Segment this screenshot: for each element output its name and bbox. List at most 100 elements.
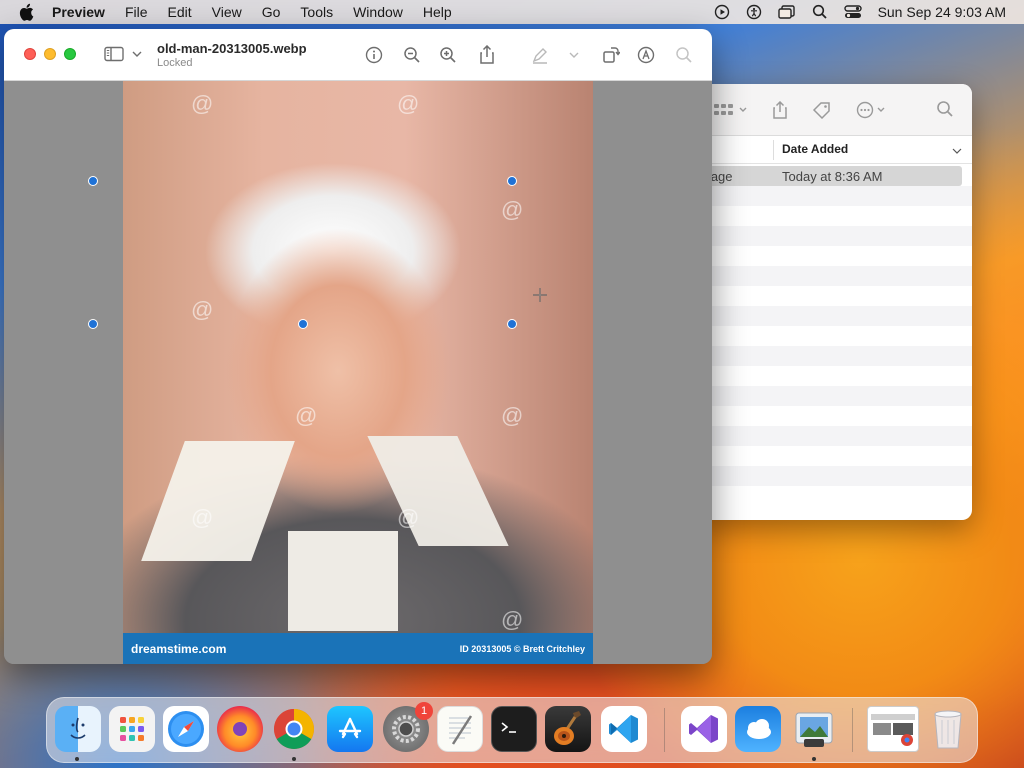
row-date-added: Today at 8:36 AM (782, 168, 883, 184)
view-options-grid-icon[interactable] (714, 103, 748, 117)
menu-file[interactable]: File (125, 4, 148, 20)
tag-icon[interactable] (812, 101, 832, 119)
menu-view[interactable]: View (212, 4, 242, 20)
finder-column-header: Date Added (700, 136, 972, 164)
control-center-icon[interactable] (843, 4, 862, 20)
highlight-options-chevron-icon[interactable] (563, 44, 585, 66)
share-icon[interactable] (476, 44, 498, 66)
menu-help[interactable]: Help (423, 4, 452, 20)
menu-go[interactable]: Go (262, 4, 281, 20)
running-indicator (292, 757, 296, 761)
apple-menu-icon[interactable] (18, 3, 38, 21)
more-actions-icon[interactable] (856, 101, 888, 119)
watermark-spiral-icon: @ (501, 607, 524, 632)
dock-safari-icon[interactable] (163, 706, 209, 752)
menubar-clock[interactable]: Sun Sep 24 9:03 AM (878, 4, 1006, 20)
watermark-spiral-icon: @ (501, 403, 524, 428)
dock-app-store-icon[interactable] (327, 706, 373, 752)
minimize-button[interactable] (44, 48, 56, 60)
finder-toolbar (700, 84, 972, 136)
preview-titlebar[interactable]: old-man-20313005.webp Locked (4, 29, 712, 81)
selection-handle[interactable] (88, 176, 98, 186)
table-row-empty (700, 346, 972, 366)
dock-recent-screenshot-thumbnail[interactable] (867, 706, 919, 752)
image-footer-banner: dreamstime.com ID 20313005 © Brett Critc… (123, 633, 593, 664)
dock-textedit-icon[interactable] (437, 706, 483, 752)
close-button[interactable] (24, 48, 36, 60)
table-row-empty (700, 206, 972, 226)
running-indicator (812, 757, 816, 761)
table-row-empty (700, 486, 972, 506)
sidebar-toggle-button[interactable] (104, 46, 142, 62)
markup-icon[interactable] (635, 44, 657, 66)
table-row-empty (700, 246, 972, 266)
table-row-empty (700, 366, 972, 386)
shirt-front (288, 531, 398, 631)
preview-window: old-man-20313005.webp Locked @ @ @ @ @ @… (4, 29, 712, 664)
share-icon[interactable] (772, 100, 788, 119)
finder-search-icon[interactable] (936, 100, 954, 118)
dock-vscode-icon[interactable] (601, 706, 647, 752)
dock-launchpad-icon[interactable] (109, 706, 155, 752)
watermark-spiral-icon: @ (191, 297, 214, 322)
chevron-down-icon (132, 51, 142, 57)
rotate-icon[interactable] (600, 44, 622, 66)
table-row-empty (700, 386, 972, 406)
sidebar-icon (104, 46, 124, 62)
document-locked-status[interactable]: Locked (157, 57, 192, 69)
dock-separator (664, 708, 665, 752)
table-row-empty (700, 406, 972, 426)
dock-preview-icon[interactable] (791, 706, 837, 752)
dock-garageband-icon[interactable] (545, 706, 591, 752)
row-kind: mage (700, 168, 733, 184)
selection-handle[interactable] (507, 319, 517, 329)
table-row-empty (700, 286, 972, 306)
table-row-empty (700, 326, 972, 346)
dock-terminal-icon[interactable] (491, 706, 537, 752)
selection-handle[interactable] (507, 176, 517, 186)
info-icon[interactable] (363, 44, 385, 66)
spotlight-search-icon[interactable] (812, 4, 828, 20)
selection-handle[interactable] (298, 319, 308, 329)
shirt-collar-right (367, 436, 509, 546)
watermark-spiral-icon: @ (191, 505, 214, 530)
finder-file-list: mage Today at 8:36 AM (700, 166, 972, 506)
dock-trash-icon[interactable] (925, 706, 971, 752)
dock-finder-icon[interactable] (55, 706, 101, 752)
document-title[interactable]: old-man-20313005.webp (157, 41, 307, 56)
table-row-empty (700, 466, 972, 486)
column-separator[interactable] (773, 140, 774, 160)
menu-tools[interactable]: Tools (300, 4, 333, 20)
search-icon[interactable] (673, 44, 695, 66)
highlight-pen-icon[interactable] (529, 44, 551, 66)
portrait-photo[interactable]: @ @ @ @ @ @ @ @ @ dreamstime.com ID 2031… (123, 81, 593, 664)
menu-edit[interactable]: Edit (168, 4, 192, 20)
menu-window[interactable]: Window (353, 4, 403, 20)
watermark-spiral-icon: @ (295, 403, 318, 428)
zoom-in-icon[interactable] (437, 44, 459, 66)
table-row[interactable]: mage Today at 8:36 AM (700, 166, 962, 186)
zoom-out-icon[interactable] (401, 44, 423, 66)
date-added-column-header[interactable]: Date Added (782, 142, 848, 156)
dock-visual-studio-icon[interactable] (681, 706, 727, 752)
dock-separator (852, 708, 853, 752)
finder-window: Date Added mage Today at 8:36 AM (700, 84, 972, 520)
stage-manager-icon[interactable] (777, 4, 796, 20)
table-row-empty (700, 266, 972, 286)
dock-chrome-icon[interactable] (271, 706, 317, 752)
dock: 1 (46, 697, 978, 763)
watermark-spiral-icon: @ (397, 91, 420, 116)
accessibility-icon[interactable] (746, 4, 762, 20)
screen-recording-icon[interactable] (714, 4, 730, 20)
fullscreen-button[interactable] (64, 48, 76, 60)
image-canvas[interactable]: @ @ @ @ @ @ @ @ @ dreamstime.com ID 2031… (4, 81, 712, 664)
menu-app-name[interactable]: Preview (52, 4, 105, 20)
menu-bar: Preview File Edit View Go Tools Window H… (0, 0, 1024, 24)
dock-system-settings-icon[interactable]: 1 (383, 702, 433, 752)
dock-firefox-icon[interactable] (217, 706, 263, 752)
shirt-collar-left (141, 441, 295, 561)
table-row-empty (700, 426, 972, 446)
chevron-down-icon[interactable] (952, 144, 962, 158)
selection-handle[interactable] (88, 319, 98, 329)
dock-weather-icon[interactable] (735, 706, 781, 752)
